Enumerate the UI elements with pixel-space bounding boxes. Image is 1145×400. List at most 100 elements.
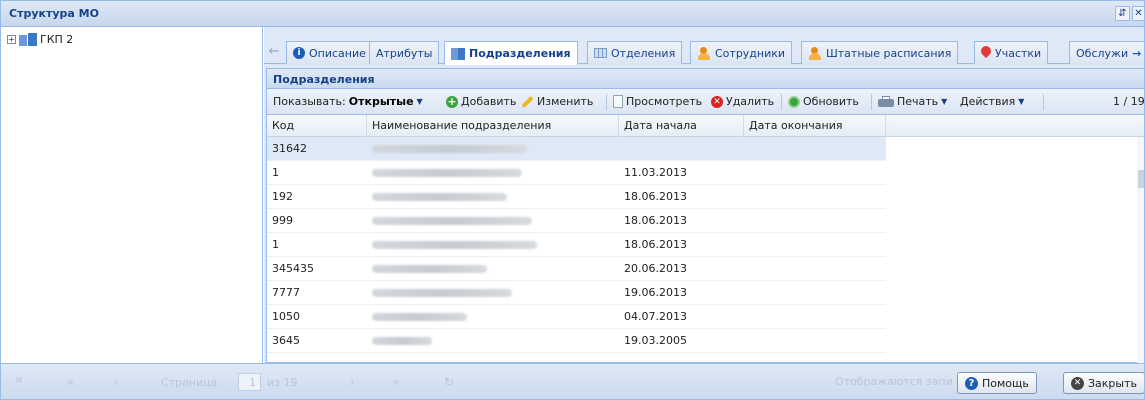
redacted-name — [372, 169, 522, 177]
redacted-name — [372, 193, 507, 201]
tab-description[interactable]: i Описание — [286, 41, 373, 64]
table-row[interactable]: 1 11.03.2013 — [267, 161, 886, 185]
menu-icon[interactable]: ≡ — [15, 375, 23, 386]
page-info: 1 / 19 — [1113, 95, 1145, 108]
show-filter[interactable]: Показывать: Открытые ▼ — [273, 95, 423, 108]
document-icon — [613, 95, 623, 108]
redacted-name — [372, 217, 532, 225]
print-label: Печать — [897, 95, 939, 108]
grid-icon — [594, 48, 607, 58]
expand-icon[interactable]: + — [7, 34, 16, 44]
tab-label: Обслужи — [1076, 46, 1129, 60]
window-titlebar: Структура МО ⇵ ✕ — [1, 1, 1144, 27]
subdivisions-panel: Подразделения Показывать: Открытые ▼ + Д… — [266, 68, 1145, 364]
refresh-button[interactable]: Обновить — [788, 95, 859, 108]
edit-button[interactable]: Изменить — [521, 95, 593, 108]
tab-employees[interactable]: Сотрудники — [690, 41, 793, 64]
scrollbar-thumb[interactable] — [1138, 170, 1144, 188]
table-row[interactable]: 1050 04.07.2013 — [267, 305, 886, 329]
tab-label: Атрибуты — [376, 46, 433, 60]
first-page-icon[interactable]: « — [67, 375, 74, 389]
page-label: Страница — [161, 376, 218, 389]
add-button[interactable]: + Добавить — [446, 95, 516, 108]
column-header-code[interactable]: Код — [267, 115, 367, 137]
actions-menu[interactable]: Действия ▼ — [960, 95, 1024, 108]
pin-icon[interactable]: ⇵ — [1115, 6, 1130, 21]
refresh-icon[interactable]: ↻ — [444, 375, 454, 389]
cell-start-date: 11.03.2013 — [624, 166, 687, 179]
book-icon — [451, 47, 465, 60]
folder-icon — [19, 32, 37, 46]
pencil-icon — [521, 95, 534, 108]
tab-label: Сотрудники — [715, 46, 786, 60]
cell-start-date: 18.06.2013 — [624, 214, 687, 227]
window-title: Структура МО — [9, 7, 99, 20]
help-button[interactable]: ? Помощь — [957, 372, 1037, 394]
page-input[interactable]: 1 — [238, 373, 261, 391]
redacted-name — [372, 265, 487, 273]
status-text: Отображаются запи — [835, 375, 953, 388]
prev-page-icon[interactable]: ‹ — [114, 375, 119, 389]
tab-districts[interactable]: Участки — [974, 41, 1049, 64]
view-button[interactable]: Просмотреть — [613, 95, 702, 108]
cell-start-date: 04.07.2013 — [624, 310, 687, 323]
structure-window: Структура МО ⇵ ✕ + ГКП 2 ← i Описание Ат… — [0, 0, 1145, 400]
tab-departments[interactable]: Отделения — [587, 41, 683, 64]
table-row[interactable]: 31642 — [267, 137, 886, 161]
vertical-scrollbar[interactable] — [1137, 137, 1144, 364]
close-label: Закрыть — [1088, 376, 1137, 390]
redacted-name — [372, 313, 467, 321]
panel-title: Подразделения — [273, 73, 375, 86]
tab-strip: ← i Описание Атрибуты Подразделения Отде… — [264, 40, 1144, 65]
table-row[interactable]: 7777 19.06.2013 — [267, 281, 886, 305]
tab-service[interactable]: Обслужи → — [1069, 41, 1144, 64]
column-header-end-date[interactable]: Дата окончания — [744, 115, 886, 137]
tree-item[interactable]: + ГКП 2 — [7, 31, 73, 47]
pager-bar: ≡ « ‹ Страница 1 из 19 › » ↻ Отображаютс… — [1, 363, 1144, 399]
table-row[interactable]: 192 18.06.2013 — [267, 185, 886, 209]
tab-subdivisions[interactable]: Подразделения — [444, 41, 578, 65]
view-label: Просмотреть — [626, 95, 703, 108]
tree-item-label: ГКП 2 — [40, 32, 74, 46]
close-icon[interactable]: ✕ — [1132, 6, 1144, 21]
toolbar: Показывать: Открытые ▼ + Добавить Измени… — [267, 89, 1145, 115]
tab-attributes[interactable]: Атрибуты — [369, 41, 440, 64]
close-icon: ✕ — [1071, 376, 1084, 390]
grid-header: Код Наименование подразделения Дата нача… — [267, 115, 1144, 137]
tab-scroll-right-icon[interactable]: → — [1132, 47, 1141, 60]
tree-panel: + ГКП 2 — [1, 27, 263, 363]
redacted-name — [372, 145, 527, 153]
tab-scroll-left-icon[interactable]: ← — [267, 45, 281, 59]
toolbar-divider — [781, 94, 782, 110]
chevron-down-icon: ▼ — [416, 97, 423, 106]
cell-code: 31642 — [272, 142, 307, 155]
show-value: Открытые — [348, 95, 414, 108]
toolbar-divider — [871, 94, 872, 110]
table-row[interactable]: 1 18.06.2013 — [267, 233, 886, 257]
cell-code: 345435 — [272, 262, 314, 275]
refresh-icon — [788, 95, 800, 108]
delete-label: Удалить — [726, 95, 775, 108]
chevron-down-icon: ▼ — [1018, 97, 1025, 106]
delete-button[interactable]: ✕ Удалить — [711, 95, 774, 108]
info-icon: i — [293, 47, 305, 59]
close-button[interactable]: ✕ Закрыть — [1063, 372, 1144, 394]
toolbar-divider — [606, 94, 607, 110]
toolbar-divider — [1043, 94, 1044, 110]
column-header-start-date[interactable]: Дата начала — [619, 115, 744, 137]
chevron-down-icon: ▼ — [941, 97, 948, 106]
table-row[interactable]: 345435 20.06.2013 — [267, 257, 886, 281]
tab-label: Штатные расписания — [826, 46, 952, 60]
table-row[interactable]: 999 18.06.2013 — [267, 209, 886, 233]
page-info-text: 1 / 19 — [1113, 95, 1145, 108]
tab-label: Описание — [309, 46, 366, 60]
redacted-name — [372, 337, 432, 345]
printer-icon — [878, 96, 894, 107]
print-button[interactable]: Печать ▼ — [878, 95, 947, 108]
next-page-icon[interactable]: › — [350, 375, 355, 389]
last-page-icon[interactable]: » — [392, 375, 399, 389]
tab-staff-schedules[interactable]: Штатные расписания — [801, 41, 959, 64]
delete-icon: ✕ — [711, 95, 723, 108]
column-header-name[interactable]: Наименование подразделения — [367, 115, 619, 137]
table-row[interactable]: 3645 19.03.2005 — [267, 329, 886, 353]
